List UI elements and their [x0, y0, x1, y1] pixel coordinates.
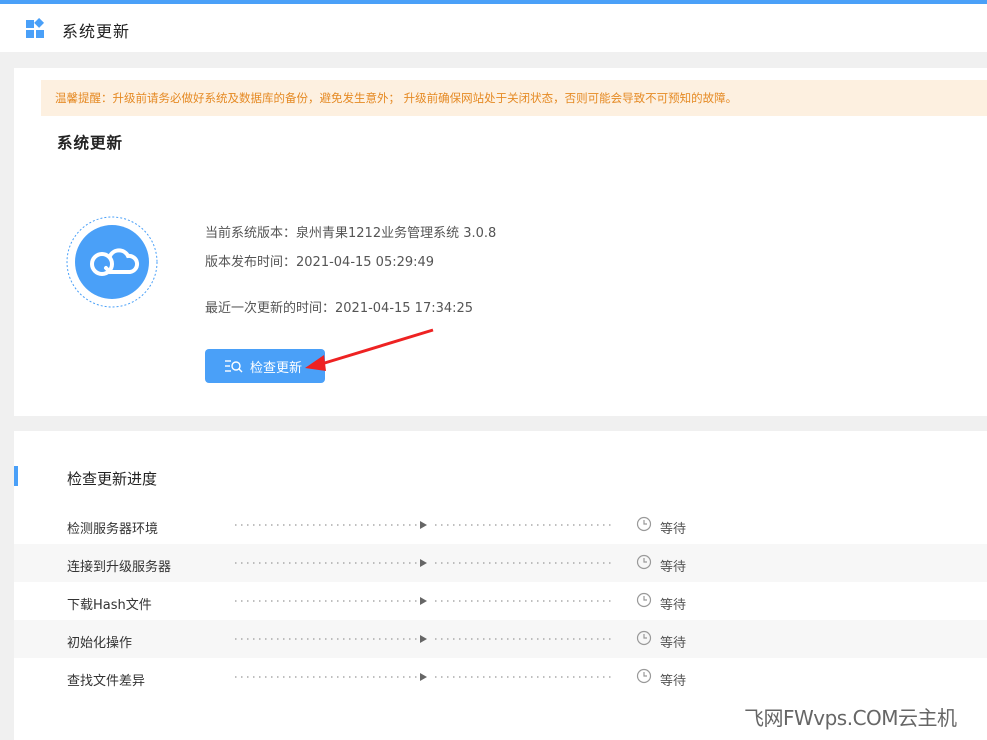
section-title: 系统更新	[57, 134, 124, 152]
step-status: 等待	[660, 522, 687, 537]
step-row: 检测服务器环境 等待	[14, 506, 987, 544]
step-label: 连接到升级服务器	[67, 560, 172, 575]
clock-icon	[636, 516, 652, 532]
section-accent-bar	[14, 466, 18, 486]
progress-title: 检查更新进度	[67, 470, 158, 488]
release-time: 版本发布时间：2021-04-15 05:29:49	[205, 255, 435, 270]
check-update-label: 检查更新	[250, 360, 303, 376]
clock-icon	[636, 668, 652, 684]
step-label: 初始化操作	[67, 636, 133, 651]
step-status: 等待	[660, 598, 687, 613]
update-panel: 温馨提醒：升级前请务必做好系统及数据库的备份，避免发生意外； 升级前确保网站处于…	[14, 68, 987, 416]
dotted-arrow-line	[235, 635, 615, 643]
check-update-button[interactable]: 检查更新	[205, 349, 325, 383]
step-row: 初始化操作 等待	[14, 620, 987, 658]
progress-panel: 检查更新进度 检测服务器环境 等待 连接到升级服务器 等待 下载Hash文件 等…	[14, 431, 987, 740]
dotted-arrow-line	[235, 521, 615, 529]
current-version: 当前系统版本：泉州青果1212业务管理系统 3.0.8	[205, 226, 497, 241]
dotted-arrow-line	[235, 559, 615, 567]
dotted-arrow-line	[235, 597, 615, 605]
page-title: 系统更新	[62, 22, 131, 41]
clock-icon	[636, 554, 652, 570]
step-status: 等待	[660, 674, 687, 689]
step-row: 连接到升级服务器 等待	[14, 544, 987, 582]
step-label: 查找文件差异	[67, 674, 146, 689]
clock-icon	[636, 630, 652, 646]
watermark: 飞网FWvps.COM云主机	[744, 706, 957, 730]
step-label: 下载Hash文件	[67, 598, 152, 613]
clock-icon	[636, 592, 652, 608]
cloud-icon	[66, 216, 158, 308]
dotted-arrow-line	[235, 673, 615, 681]
grid-diamond-icon	[26, 18, 45, 38]
step-status: 等待	[660, 636, 687, 651]
last-update-time: 最近一次更新的时间：2021-04-15 17:34:25	[205, 301, 474, 316]
step-label: 检测服务器环境	[67, 522, 159, 537]
step-row: 下载Hash文件 等待	[14, 582, 987, 620]
search-list-icon	[225, 360, 243, 373]
warning-text: 温馨提醒：升级前请务必做好系统及数据库的备份，避免发生意外； 升级前确保网站处于…	[55, 91, 738, 105]
step-row: 查找文件差异 等待	[14, 658, 987, 696]
warning-banner: 温馨提醒：升级前请务必做好系统及数据库的备份，避免发生意外； 升级前确保网站处于…	[41, 80, 987, 116]
step-status: 等待	[660, 560, 687, 575]
page-header: 系统更新	[0, 4, 987, 52]
